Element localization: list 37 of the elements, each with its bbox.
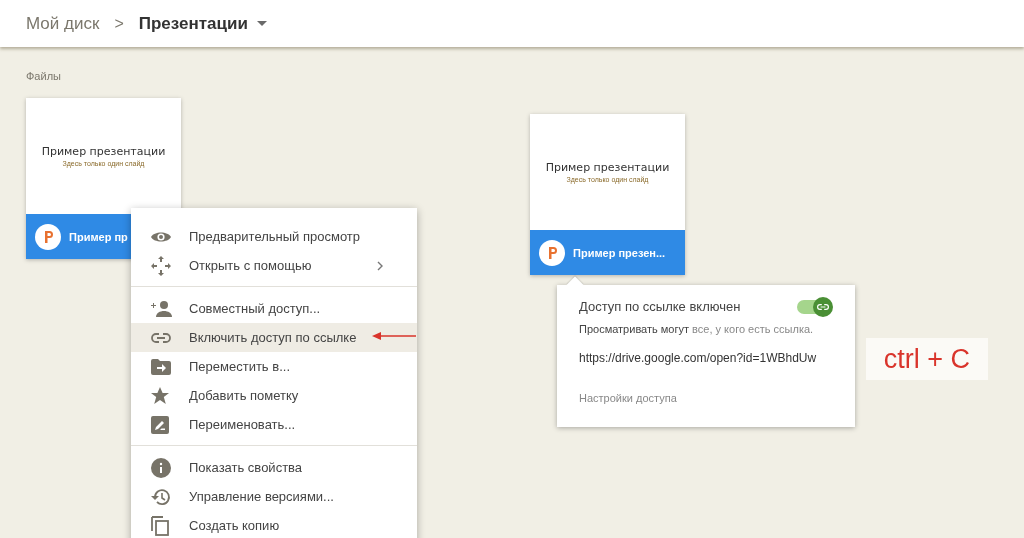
menu-item[interactable]: Включить доступ по ссылке — [131, 323, 417, 352]
file-name: Пример презен... — [573, 246, 666, 259]
menu-item[interactable]: Совместный доступ... — [131, 294, 417, 323]
shortcut-annotation: ctrl + C — [866, 338, 988, 380]
menu-item[interactable]: Показать свойства — [131, 453, 417, 482]
link-icon — [151, 332, 171, 343]
slide-title: Пример презентации — [41, 145, 166, 158]
history-icon — [151, 487, 171, 506]
pointer-arrow — [372, 331, 416, 341]
access-settings-link[interactable]: Настройки доступа — [579, 392, 833, 404]
menu-item[interactable]: Добавить пометку — [131, 381, 417, 410]
add-person-icon — [151, 300, 173, 317]
breadcrumb-root[interactable]: Мой диск — [26, 13, 100, 34]
slides-file-icon — [35, 223, 61, 250]
slide-title: Пример презентации — [545, 161, 670, 174]
link-sharing-toggle[interactable] — [797, 299, 831, 314]
breadcrumb-separator: > — [114, 14, 124, 33]
dropdown-icon[interactable] — [256, 21, 267, 26]
menu-item[interactable]: Переместить в... — [131, 352, 417, 381]
section-label: Файлы — [25, 69, 62, 82]
move-arrows-icon — [151, 255, 171, 276]
menu-item[interactable]: Управление версиями... — [131, 482, 417, 511]
file-name: Пример пр — [69, 230, 128, 243]
slides-file-icon — [539, 239, 565, 266]
star-icon — [151, 386, 169, 405]
popup-title: Доступ по ссылке включен — [579, 299, 741, 314]
pencil-square-icon — [151, 415, 169, 434]
access-description: Просматривать могут все, у кого есть ссылка. — [579, 323, 815, 335]
link-url-field[interactable]: https://drive.google.com/open?id=1WBhdUw — [579, 351, 833, 365]
link-icon — [817, 303, 829, 310]
info-icon — [151, 457, 171, 478]
folder-arrow-icon — [151, 358, 171, 375]
menu-item[interactable]: Переименовать... — [131, 410, 417, 439]
menu-item[interactable]: Создать копию — [131, 511, 417, 538]
submenu-chevron-icon — [377, 260, 383, 271]
copy-icon — [151, 515, 169, 536]
breadcrumb-current[interactable]: Презентации — [138, 13, 248, 34]
